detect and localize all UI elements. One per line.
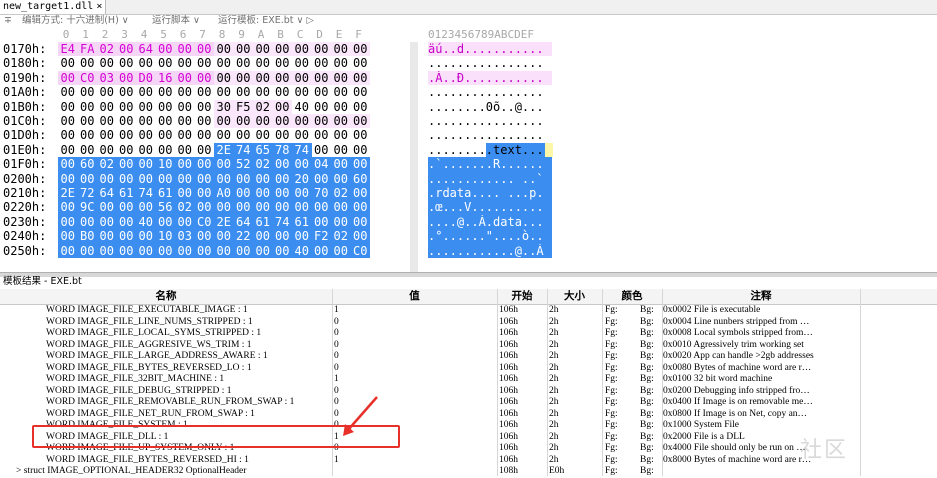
annotation-arrow xyxy=(343,396,378,436)
watermark-text: 社区 xyxy=(800,438,849,463)
